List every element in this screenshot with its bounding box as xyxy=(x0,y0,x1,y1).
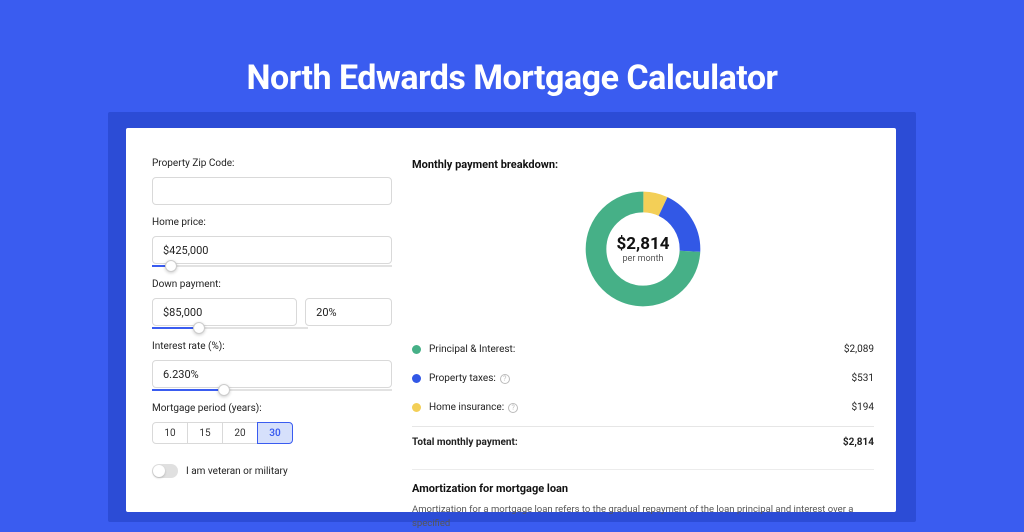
down-payment-percent-input[interactable] xyxy=(305,298,392,326)
breakdown-value: $194 xyxy=(852,402,874,413)
donut-sub: per month xyxy=(617,254,670,264)
total-label: Total monthly payment: xyxy=(412,437,843,448)
dot-icon xyxy=(412,403,421,412)
home-price-slider[interactable] xyxy=(152,265,392,267)
breakdown-label: Property taxes: xyxy=(429,373,496,384)
zip-label: Property Zip Code: xyxy=(152,158,392,169)
page-title: North Edwards Mortgage Calculator xyxy=(0,0,1024,98)
breakdown-row-principal: Principal & Interest: $2,089 xyxy=(412,335,874,364)
down-payment-slider[interactable] xyxy=(152,327,308,329)
down-payment-label: Down payment: xyxy=(152,279,392,290)
divider xyxy=(412,469,874,470)
interest-rate-slider[interactable] xyxy=(152,389,392,391)
donut-amount: $2,814 xyxy=(617,234,670,254)
breakdown-row-total: Total monthly payment: $2,814 xyxy=(412,426,874,457)
field-home-price: Home price: xyxy=(152,217,392,267)
breakdown-row-insurance: Home insurance: ? $194 xyxy=(412,393,874,422)
period-btn-10[interactable]: 10 xyxy=(152,422,188,444)
period-label: Mortgage period (years): xyxy=(152,403,392,414)
field-veteran: I am veteran or military xyxy=(152,464,392,478)
amortization-body: Amortization for a mortgage loan refers … xyxy=(412,503,874,532)
slider-thumb[interactable] xyxy=(165,260,177,272)
info-icon[interactable]: ? xyxy=(508,403,518,413)
field-interest-rate: Interest rate (%): xyxy=(152,341,392,391)
breakdown-value: $531 xyxy=(852,373,874,384)
breakdown-label: Principal & Interest: xyxy=(429,344,515,355)
veteran-label: I am veteran or military xyxy=(186,466,288,477)
breakdown-column: Monthly payment breakdown: $2,814 per mo… xyxy=(412,158,874,512)
slider-thumb[interactable] xyxy=(193,322,205,334)
dot-icon xyxy=(412,345,421,354)
calculator-card: Property Zip Code: Home price: Down paym… xyxy=(126,128,896,512)
period-button-group: 10 15 20 30 xyxy=(152,422,392,444)
slider-thumb[interactable] xyxy=(218,384,230,396)
period-btn-30[interactable]: 30 xyxy=(257,422,293,444)
period-btn-15[interactable]: 15 xyxy=(187,422,223,444)
veteran-toggle[interactable] xyxy=(152,464,178,478)
field-period: Mortgage period (years): 10 15 20 30 xyxy=(152,403,392,444)
interest-rate-label: Interest rate (%): xyxy=(152,341,392,352)
breakdown-value: $2,089 xyxy=(844,344,874,355)
breakdown-title: Monthly payment breakdown: xyxy=(412,158,874,171)
field-zip: Property Zip Code: xyxy=(152,158,392,205)
breakdown-row-taxes: Property taxes: ? $531 xyxy=(412,364,874,393)
dot-icon xyxy=(412,374,421,383)
amortization-title: Amortization for mortgage loan xyxy=(412,482,874,495)
interest-rate-input[interactable] xyxy=(152,360,392,388)
breakdown-label: Home insurance: xyxy=(429,402,504,413)
donut-chart: $2,814 per month xyxy=(412,187,874,311)
zip-input[interactable] xyxy=(152,177,392,205)
field-down-payment: Down payment: xyxy=(152,279,392,329)
home-price-input[interactable] xyxy=(152,236,392,264)
home-price-label: Home price: xyxy=(152,217,392,228)
input-column: Property Zip Code: Home price: Down paym… xyxy=(152,158,392,512)
info-icon[interactable]: ? xyxy=(500,374,510,384)
total-value: $2,814 xyxy=(843,437,874,448)
donut-center: $2,814 per month xyxy=(617,234,670,264)
period-btn-20[interactable]: 20 xyxy=(222,422,258,444)
down-payment-amount-input[interactable] xyxy=(152,298,297,326)
